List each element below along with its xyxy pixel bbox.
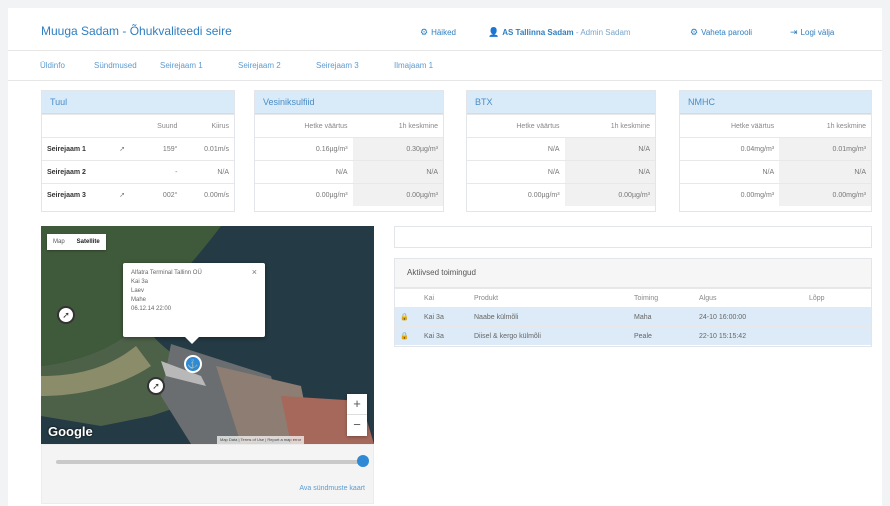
table-header-row: Kai Produkt Toiming Algus Lõpp [395,288,871,308]
tab-overview[interactable]: Üldinfo [40,61,65,70]
station-marker-icon[interactable]: ➚ [57,306,75,324]
column-header: Suund [137,114,183,138]
active-operations-panel: Aktiivsed toimingud Kai Produkt Toiming … [394,258,872,347]
nmhc-panel: NMHC Hetke väärtus 1h keskmine 0.04mg/m³… [679,90,872,212]
logout-link[interactable]: ⇥ Logi välja [790,27,834,38]
map-attribution[interactable]: Map Data | Terms of Use | Report a map e… [217,436,305,444]
column-header: Hetke väärtus [467,114,565,138]
column-header: 1h keskmine [779,114,871,138]
column-header: Algus [694,288,804,308]
satellite-map[interactable]: Map Satellite × Alfatra Terminal Tallinn… [41,226,374,444]
table-row: N/A N/A [467,137,655,161]
table-row: N/A N/A [255,160,443,184]
table-header-row: Hetke väärtus 1h keskmine [680,114,871,138]
table-row: 0.04mg/m³ 0.01mg/m³ [680,137,871,161]
column-header: Produkt [469,288,629,308]
zoom-in-button[interactable]: + [347,394,367,414]
h2s-panel: Vesiniksulfiid Hetke väärtus 1h keskmine… [254,90,444,212]
tab-events[interactable]: Sündmused [94,61,137,70]
column-header: Hetke väärtus [680,114,780,138]
btx-panel: BTX Hetke väärtus 1h keskmine N/A N/A N/A… [466,90,656,212]
app-title[interactable]: Muuga Sadam - Õhukvaliteedi seire [41,24,232,38]
map-type-control: Map Satellite [47,234,106,250]
tab-bar: Üldinfo Sündmused Seirejaam 1 Seirejaam … [8,52,882,81]
table-row: N/A N/A [467,160,655,184]
h2s-table: Hetke väärtus 1h keskmine 0.16µg/m³ 0.30µ… [255,114,443,206]
time-slider-handle[interactable] [357,455,369,467]
station-name: Seirejaam 1 [42,137,115,161]
table-row[interactable]: 🔒 Kai 3a Naabe külmõli Maha 24-10 16:00:… [395,307,871,327]
table-row: 0.00mg/m³ 0.00mg/m³ [680,183,871,206]
empty-panel [394,226,872,248]
panel-title: Aktiivsed toimingud [395,259,871,288]
user-icon: 👤 [488,27,500,37]
wind-arrow-icon: ➚ [114,137,138,161]
table-header-row: Hetke väärtus 1h keskmine [467,114,655,138]
user-link[interactable]: 👤 AS Tallinna Sadam - Admin Sadam [488,27,631,38]
change-password-link[interactable]: ⚙ Vaheta parooli [690,27,752,38]
gear-icon: ⚙ [690,27,699,37]
table-row[interactable]: 🔒 Kai 3a Diisel & kergo külmõli Peale 22… [395,326,871,345]
panel-title: NMHC [680,91,871,114]
column-header: Hetke väärtus [255,114,353,138]
map-type-map-button[interactable]: Map [47,234,71,250]
table-row: Seirejaam 3 ➚ 002° 0.00m/s [42,183,234,206]
table-row: N/A N/A [680,160,871,184]
tab-station-2[interactable]: Seirejaam 2 [238,61,281,70]
column-header: Kiirus [182,114,234,138]
lock-icon: 🔒 [395,326,419,345]
station-name: Seirejaam 3 [42,183,115,206]
zoom-out-button[interactable]: − [347,414,367,435]
column-header: 1h keskmine [352,114,443,138]
top-navbar: Muuga Sadam - Õhukvaliteedi seire ⚙ Häike… [8,8,882,51]
map-type-satellite-button[interactable]: Satellite [71,234,106,250]
column-header: Kai [419,288,469,308]
gear-icon: ⚙ [420,27,429,37]
wind-arrow-icon: ➚ [114,183,138,206]
tab-station-3[interactable]: Seirejaam 3 [316,61,359,70]
station-name: Seirejaam 2 [42,160,115,184]
wind-panel: Tuul Suund Kiirus Seirejaam 1 ➚ 159° 0.0… [41,90,235,212]
time-slider-panel: Ava sündmuste kaart [41,444,374,504]
page: Muuga Sadam - Õhukvaliteedi seire ⚙ Häike… [8,8,882,506]
panel-title: Vesiniksulfiid [255,91,443,114]
wind-table: Suund Kiirus Seirejaam 1 ➚ 159° 0.01m/s … [42,114,234,206]
table-header-row: Hetke väärtus 1h keskmine [255,114,443,138]
column-header: Lõpp [804,288,871,308]
nmhc-table: Hetke väärtus 1h keskmine 0.04mg/m³ 0.01m… [680,114,871,206]
table-row: 0.00µg/m³ 0.00µg/m³ [255,183,443,206]
column-header: 1h keskmine [564,114,655,138]
station-marker-icon[interactable]: ➚ [147,377,165,395]
time-slider-track[interactable] [56,460,368,464]
table-row: Seirejaam 1 ➚ 159° 0.01m/s [42,137,234,161]
google-logo: Google [48,424,93,439]
lock-icon: 🔒 [395,307,419,327]
logout-icon: ⇥ [790,27,798,37]
zoom-control: + − [347,394,367,436]
panel-title: Tuul [42,91,234,114]
table-row: 0.00µg/m³ 0.00µg/m³ [467,183,655,206]
operations-table: Kai Produkt Toiming Algus Lõpp 🔒 Kai 3a … [395,288,871,345]
map-info-popup: × Alfatra Terminal Tallinn OÜ Kai 3a Lae… [123,263,265,344]
ship-marker-icon[interactable]: ⚓ [184,355,202,373]
alerts-link[interactable]: ⚙ Häiked [420,27,456,38]
table-header-row: Suund Kiirus [42,114,234,138]
close-icon[interactable]: × [252,268,257,277]
table-row: 0.16µg/m³ 0.30µg/m³ [255,137,443,161]
tab-station-1[interactable]: Seirejaam 1 [160,61,203,70]
panel-title: BTX [467,91,655,114]
table-row: Seirejaam 2 - N/A [42,160,234,184]
column-header: Toiming [629,288,694,308]
btx-table: Hetke väärtus 1h keskmine N/A N/A N/A N/A … [467,114,655,206]
event-map-link[interactable]: Ava sündmuste kaart [299,485,365,492]
tab-weather-station-1[interactable]: Ilmajaam 1 [394,61,433,70]
